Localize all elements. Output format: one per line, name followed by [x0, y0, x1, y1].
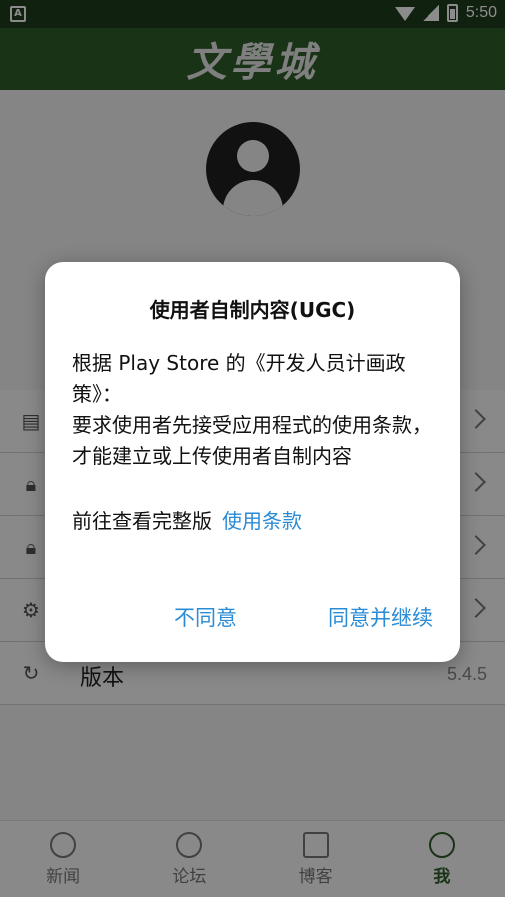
- decline-button[interactable]: 不同意: [174, 602, 237, 632]
- dialog-body-line2: 要求使用者先接受应用程式的使用条款，才能建立或上传使用者自制内容: [72, 413, 432, 468]
- dialog-link-row: 前往查看完整版 使用条款: [72, 505, 302, 534]
- dialog-link-prefix: 前往查看完整版: [72, 509, 212, 533]
- dialog-body: 根据 Play Store 的《开发人员计画政策》： 要求使用者先接受应用程式的…: [72, 348, 437, 472]
- dialog-actions: 不同意 同意并继续: [45, 602, 460, 636]
- terms-link[interactable]: 使用条款: [222, 509, 302, 533]
- dialog-title: 使用者自制内容(UGC): [149, 298, 356, 322]
- ugc-dialog: 使用者自制内容(UGC) 根据 Play Store 的《开发人员计画政策》： …: [45, 262, 460, 662]
- dialog-body-line1: 根据 Play Store 的《开发人员计画政策》：: [72, 351, 406, 406]
- accept-continue-button[interactable]: 同意并继续: [328, 602, 433, 632]
